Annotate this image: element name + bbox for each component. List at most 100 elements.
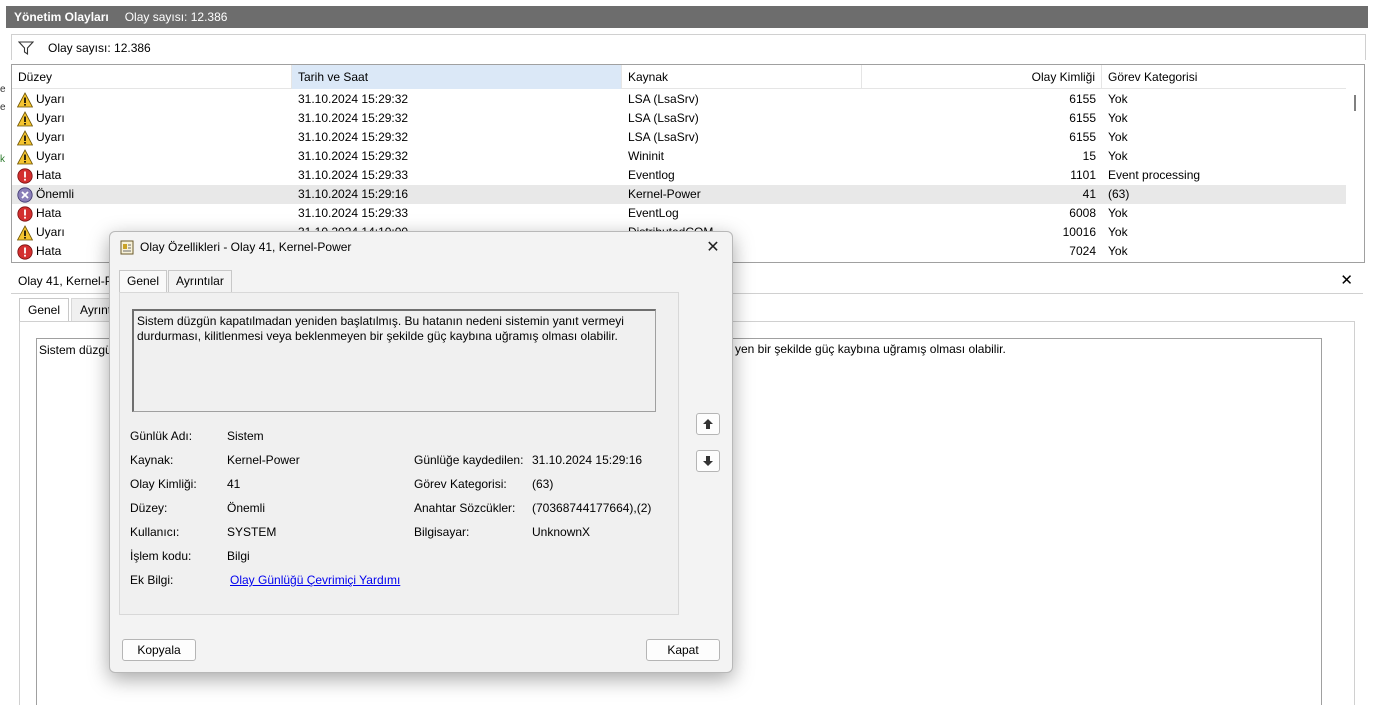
event-source: Kernel-Power <box>628 187 701 201</box>
event-level: Hata <box>36 244 62 258</box>
field-keywords-label: Anahtar Sözcükler: <box>414 501 516 515</box>
field-opcode-value: Bilgi <box>227 549 250 563</box>
warning-icon <box>17 91 33 107</box>
field-keywords-value: (70368744177664),(2) <box>532 501 652 515</box>
dialog-tab-general[interactable]: Genel <box>119 270 168 293</box>
scrollbar-thumb[interactable] <box>1354 95 1356 111</box>
event-level: Uyarı <box>36 130 65 144</box>
field-task-category-label: Görev Kategorisi: <box>414 477 507 491</box>
event-task-category: Yok <box>1108 244 1128 258</box>
event-id: 10016 <box>1062 225 1096 239</box>
event-date: 31.10.2024 15:29:32 <box>298 92 409 106</box>
event-source: EventLog <box>628 206 679 220</box>
background-window-fragment: e <box>0 102 6 113</box>
event-level-cell: Uyarı <box>12 147 292 166</box>
dialog-title-bar: Olay Özellikleri - Olay 41, Kernel-Power <box>110 232 732 262</box>
event-date: 31.10.2024 15:29:32 <box>298 149 409 163</box>
background-window-fragment: k <box>0 154 5 165</box>
close-button[interactable]: Kapat <box>646 639 720 661</box>
event-row[interactable]: Uyarı 31.10.2024 15:29:32 LSA (LsaSrv) 6155… <box>12 109 1346 128</box>
dialog-title: Olay Özellikleri - Olay 41, Kernel-Power <box>140 240 352 254</box>
field-user-label: Kullanıcı: <box>130 525 180 539</box>
warning-icon <box>17 148 33 164</box>
background-window-fragment: e <box>0 84 6 95</box>
event-task-category: Yok <box>1108 225 1128 239</box>
previous-event-button[interactable] <box>696 413 720 435</box>
field-level-label: Düzey: <box>130 501 168 515</box>
detail-panel-scrollbar[interactable] <box>1365 290 1374 705</box>
event-task-category: Event processing <box>1108 168 1201 182</box>
event-row[interactable]: Önemli 31.10.2024 15:29:16 Kernel-Power 41 (… <box>12 185 1346 204</box>
dialog-tab-details[interactable]: Ayrıntılar <box>168 270 232 293</box>
event-date: 31.10.2024 15:29:32 <box>298 130 409 144</box>
error-icon <box>17 243 33 260</box>
column-header-date[interactable]: Tarih ve Saat <box>292 65 622 89</box>
field-logged-value: 31.10.2024 15:29:16 <box>532 453 643 467</box>
panel-title-count: Olay sayısı: 12.386 <box>124 10 228 24</box>
event-id: 41 <box>1082 187 1096 201</box>
event-level: Uyarı <box>36 111 65 125</box>
field-opcode-label: İşlem kodu: <box>130 549 192 563</box>
event-id: 15 <box>1082 149 1096 163</box>
field-source-value: Kernel-Power <box>227 453 300 467</box>
event-level-cell: Hata <box>12 166 292 185</box>
event-list-scrollbar[interactable] <box>1346 65 1364 262</box>
event-level-cell: Uyarı <box>12 109 292 128</box>
event-source: LSA (LsaSrv) <box>628 92 699 106</box>
event-level-cell: Uyarı <box>12 128 292 147</box>
field-level-value: Önemli <box>227 501 266 515</box>
event-list-header: Düzey Tarih ve Saat Kaynak Olay Kimliği … <box>12 65 1346 89</box>
filter-icon[interactable] <box>18 40 34 55</box>
detail-panel-title: Olay 41, Kernel-P <box>18 273 113 288</box>
event-task-category: Yok <box>1108 130 1128 144</box>
event-source: LSA (LsaSrv) <box>628 111 699 125</box>
dialog-description: Sistem düzgün kapatılmadan yeniden başla… <box>132 309 656 412</box>
field-event-id-value: 41 <box>227 477 241 491</box>
event-level: Hata <box>36 206 62 220</box>
column-header-task-category[interactable]: Görev Kategorisi <box>1102 65 1346 89</box>
event-level: Önemli <box>36 187 75 201</box>
event-row[interactable]: Hata 31.10.2024 15:29:33 EventLog 6008 Yok <box>12 204 1346 223</box>
detail-description-right: yen bir şekilde güç kaybına uğramış olma… <box>735 342 1006 356</box>
event-task-category: Yok <box>1108 206 1128 220</box>
event-properties-dialog: Olay Özellikleri - Olay 41, Kernel-Power… <box>109 231 733 673</box>
event-level-cell: Hata <box>12 204 292 223</box>
warning-icon <box>17 110 33 126</box>
field-log-name-label: Günlük Adı: <box>130 429 193 443</box>
error-icon <box>17 167 33 184</box>
event-row[interactable]: Uyarı 31.10.2024 15:29:32 LSA (LsaSrv) 6155… <box>12 90 1346 109</box>
event-date: 31.10.2024 15:29:33 <box>298 206 409 220</box>
event-date: 31.10.2024 15:29:16 <box>298 187 409 201</box>
error-icon <box>17 205 33 222</box>
arrow-down-icon <box>703 456 713 466</box>
event-date: 31.10.2024 15:29:32 <box>298 111 409 125</box>
field-computer-label: Bilgisayar: <box>414 525 470 539</box>
detail-panel-close-icon[interactable]: ✕ <box>1340 271 1353 289</box>
column-header-source[interactable]: Kaynak <box>622 65 862 89</box>
event-task-category: Yok <box>1108 111 1128 125</box>
panel-title-bar: Yönetim Olayları Olay sayısı: 12.386 <box>6 6 1368 28</box>
column-header-level[interactable]: Düzey <box>12 65 292 89</box>
event-source: Eventlog <box>628 168 675 182</box>
event-id: 6008 <box>1069 206 1096 220</box>
column-header-event-id[interactable]: Olay Kimliği <box>862 65 1102 89</box>
online-help-link[interactable]: Olay Günlüğü Çevrimiçi Yardımı <box>230 573 400 587</box>
filter-count-label: Olay sayısı: 12.386 <box>48 40 151 55</box>
event-id: 6155 <box>1069 111 1096 125</box>
copy-button[interactable]: Kopyala <box>122 639 196 661</box>
event-source: LSA (LsaSrv) <box>628 130 699 144</box>
event-level-cell: Önemli <box>12 185 292 204</box>
event-row[interactable]: Uyarı 31.10.2024 15:29:32 Wininit 15 Yok <box>12 147 1346 166</box>
event-id: 1101 <box>1070 168 1096 182</box>
critical-icon <box>17 186 33 203</box>
event-row[interactable]: Hata 31.10.2024 15:29:33 Eventlog 1101 Event… <box>12 166 1346 185</box>
field-more-info-label: Ek Bilgi: <box>130 573 174 587</box>
next-event-button[interactable] <box>696 450 720 472</box>
dialog-close-icon[interactable]: ✕ <box>704 237 722 257</box>
detail-tab-general[interactable]: Genel <box>19 298 70 321</box>
field-task-category-value: (63) <box>532 477 554 491</box>
field-user-value: SYSTEM <box>227 525 277 539</box>
filter-bar: Olay sayısı: 12.386 <box>11 34 1366 60</box>
event-row[interactable]: Uyarı 31.10.2024 15:29:32 LSA (LsaSrv) 6155… <box>12 128 1346 147</box>
event-level: Hata <box>36 168 62 182</box>
